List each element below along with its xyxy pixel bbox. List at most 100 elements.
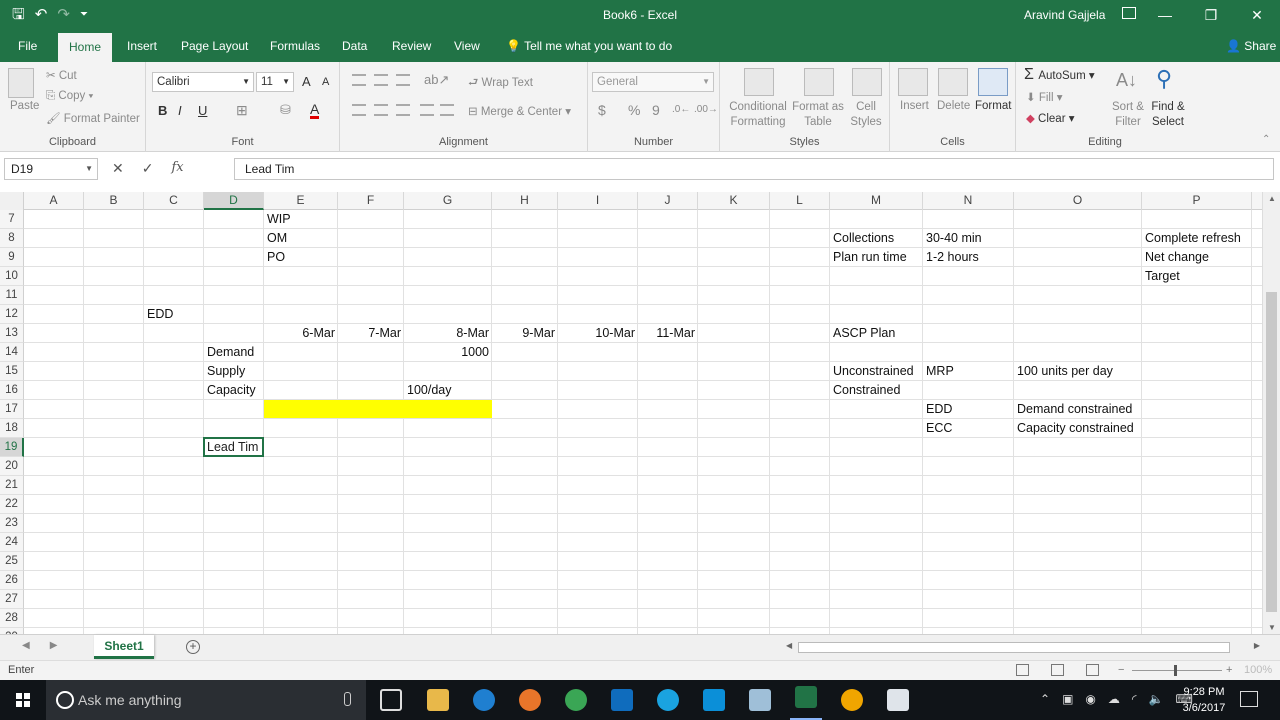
enter-icon[interactable]: ✓ [142, 160, 154, 177]
align-right-icon[interactable] [396, 104, 410, 116]
cell-n15[interactable]: MRP [923, 362, 957, 380]
wrap-text-button[interactable]: ⮐ Wrap Text [468, 75, 533, 94]
page-break-view-icon[interactable] [1086, 664, 1099, 676]
format-painter-button[interactable]: 🖌 Format Painter [46, 111, 140, 125]
row-header-24[interactable]: 24 [0, 533, 24, 552]
horizontal-scroll-thumb[interactable] [798, 642, 1230, 653]
tab-formulas[interactable]: Formulas [262, 30, 328, 62]
column-header-j[interactable]: J [638, 192, 698, 210]
insert-button[interactable]: Insert [900, 100, 929, 112]
vertical-scrollbar[interactable]: ▲ ▼ [1262, 192, 1280, 634]
row-header-10[interactable]: 10 [0, 267, 24, 286]
prev-sheet-icon[interactable]: ◀ [22, 640, 30, 651]
cell-p8[interactable]: Complete refresh [1142, 229, 1244, 247]
column-header-h[interactable]: H [492, 192, 558, 210]
scroll-down-icon[interactable]: ▼ [1263, 623, 1280, 632]
tab-data[interactable]: Data [334, 30, 375, 62]
cell-m13[interactable]: ASCP Plan [830, 324, 898, 342]
sheet-tab-sheet1[interactable]: Sheet1 [94, 635, 154, 659]
font-size-combo[interactable]: 11 ▼ [256, 72, 294, 92]
bold-button[interactable]: B [158, 103, 167, 118]
grow-font-button[interactable]: A [302, 74, 311, 89]
cell-p10[interactable]: Target [1142, 267, 1183, 285]
cell-m16[interactable]: Constrained [830, 381, 903, 399]
page-layout-view-icon[interactable] [1051, 664, 1064, 676]
active-cell[interactable]: Lead Tim [203, 437, 264, 457]
tray-app-icon[interactable]: ▣ [1062, 692, 1073, 706]
format-button[interactable]: Format [975, 100, 1011, 112]
bottom-align-icon[interactable] [396, 74, 410, 86]
tab-page-layout[interactable]: Page Layout [173, 30, 256, 62]
restore-button[interactable]: ❐ [1188, 0, 1234, 30]
cell-p9[interactable]: Net change [1142, 248, 1212, 266]
cell-m9[interactable]: Plan run time [830, 248, 910, 266]
cut-button[interactable]: ✂ Cut [46, 68, 77, 82]
cell-f13[interactable]: 7-Mar [338, 324, 404, 342]
wifi-icon[interactable]: ◜ [1132, 692, 1137, 706]
row-header-27[interactable]: 27 [0, 590, 24, 609]
zoom-level[interactable]: 100% [1244, 664, 1272, 676]
action-center-icon[interactable] [1240, 691, 1258, 707]
column-header-l[interactable]: L [770, 192, 830, 210]
row-header-21[interactable]: 21 [0, 476, 24, 495]
cell-c12[interactable]: EDD [144, 305, 176, 323]
volume-icon[interactable]: 🔈 [1149, 692, 1164, 706]
align-left-icon[interactable] [352, 104, 366, 116]
cell-n8[interactable]: 30-40 min [923, 229, 985, 247]
cancel-icon[interactable]: ✕ [112, 160, 124, 177]
conditional-formatting-button[interactable]: Conditional Formatting [728, 100, 788, 130]
column-header-e[interactable]: E [264, 192, 338, 210]
row-header-11[interactable]: 11 [0, 286, 24, 305]
format-as-table-button[interactable]: Format as Table [792, 100, 844, 130]
row-header-14[interactable]: 14 [0, 343, 24, 362]
select-all-corner[interactable] [0, 192, 24, 210]
decrease-indent-icon[interactable] [420, 104, 434, 116]
skype-business-icon[interactable] [703, 689, 725, 711]
tray-sync-icon[interactable]: ◉ [1085, 692, 1095, 706]
next-sheet-icon[interactable]: ▶ [50, 640, 58, 651]
share-button[interactable]: 👤 Share [1226, 30, 1276, 62]
row-header-16[interactable]: 16 [0, 381, 24, 400]
font-name-combo[interactable]: Calibri ▼ [152, 72, 254, 92]
currency-button[interactable]: $ [598, 102, 606, 118]
column-header-g[interactable]: G [404, 192, 492, 210]
column-header-o[interactable]: O [1014, 192, 1142, 210]
tray-sync2-icon[interactable]: ☁ [1108, 692, 1120, 706]
row-header-23[interactable]: 23 [0, 514, 24, 533]
row-header-26[interactable]: 26 [0, 571, 24, 590]
cell-styles-button[interactable]: Cell Styles [846, 100, 886, 130]
excel-taskbar-icon[interactable] [795, 686, 817, 708]
row-header-20[interactable]: 20 [0, 457, 24, 476]
vertical-scroll-thumb[interactable] [1266, 292, 1277, 612]
column-header-k[interactable]: K [698, 192, 770, 210]
row-header-28[interactable]: 28 [0, 609, 24, 628]
tab-review[interactable]: Review [384, 30, 439, 62]
comma-button[interactable]: 9 [652, 102, 660, 118]
tab-view[interactable]: View [446, 30, 488, 62]
tab-home[interactable]: Home [58, 33, 112, 62]
column-header-d[interactable]: D [204, 192, 264, 210]
file-explorer-icon[interactable] [427, 689, 449, 711]
cell-m8[interactable]: Collections [830, 229, 897, 247]
firefox-icon[interactable] [519, 689, 541, 711]
increase-indent-icon[interactable] [440, 104, 454, 116]
column-header-i[interactable]: I [558, 192, 638, 210]
notes-app-icon[interactable] [749, 689, 771, 711]
middle-align-icon[interactable] [374, 74, 388, 86]
shrink-font-button[interactable]: A [322, 76, 329, 88]
cell-e13[interactable]: 6-Mar [264, 324, 338, 342]
skype-icon[interactable] [657, 689, 679, 711]
fill-color-icon[interactable]: ⛁ [280, 102, 291, 118]
row-header-25[interactable]: 25 [0, 552, 24, 571]
cell-h13[interactable]: 9-Mar [492, 324, 558, 342]
column-header-b[interactable]: B [84, 192, 144, 210]
borders-icon[interactable]: ⊞ [236, 102, 248, 119]
orientation-icon[interactable]: ab↗ [424, 72, 449, 88]
find-select-button[interactable]: Find & Select [1148, 100, 1188, 130]
formula-input[interactable]: Lead Tim [234, 158, 1274, 180]
cell-o18[interactable]: Capacity constrained [1014, 419, 1137, 437]
tell-me-search[interactable]: 💡 Tell me what you want to do [506, 30, 672, 62]
app-flower-icon[interactable] [841, 689, 863, 711]
italic-button[interactable]: I [178, 103, 182, 118]
scroll-right-icon[interactable]: ▶ [1254, 641, 1260, 650]
